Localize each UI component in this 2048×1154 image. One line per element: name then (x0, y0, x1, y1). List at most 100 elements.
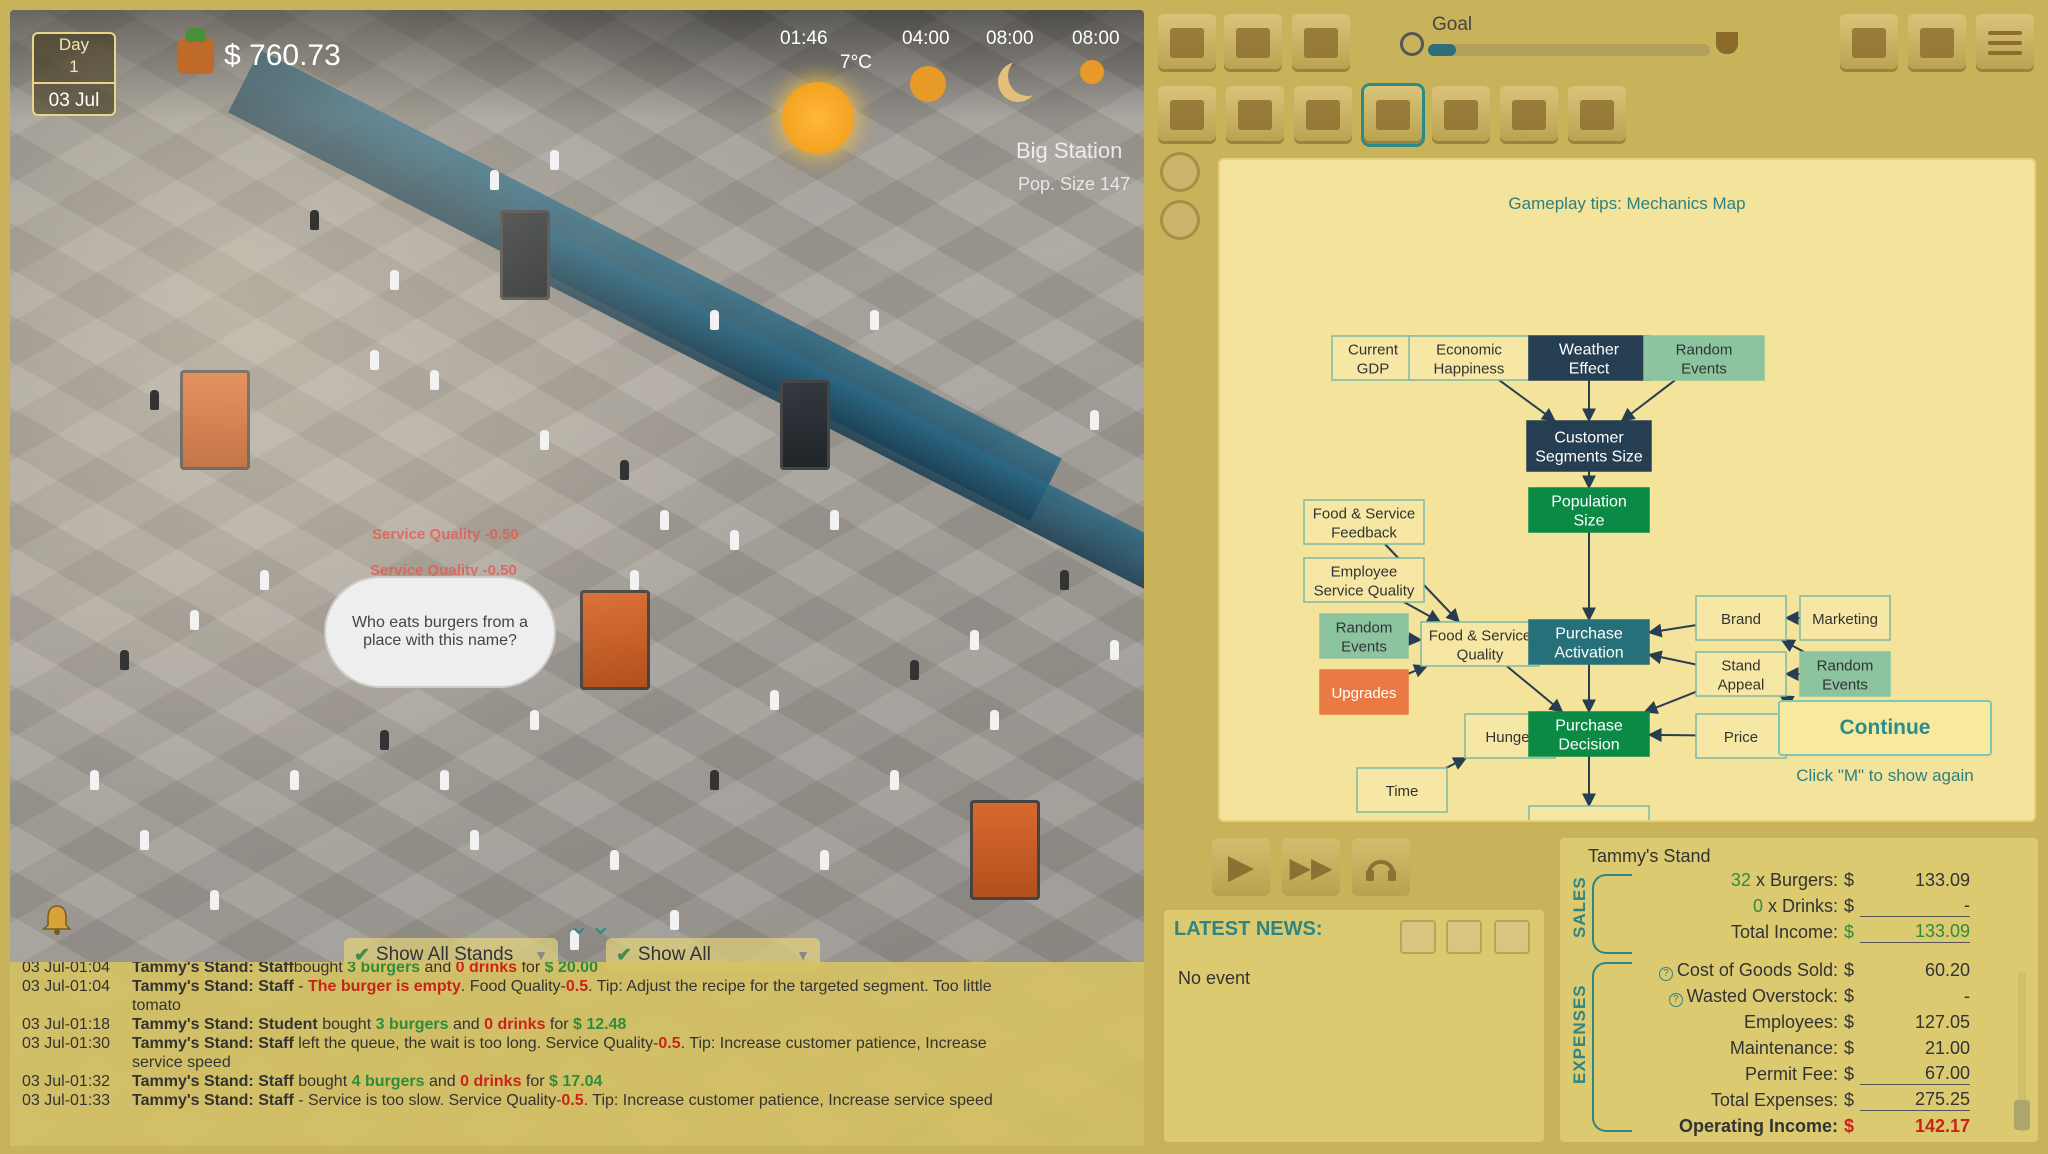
play-button[interactable]: ▶ (1212, 838, 1270, 896)
tips-hint: Click "M" to show again (1796, 766, 1974, 785)
pedestrian[interactable] (730, 530, 739, 550)
pedestrian[interactable] (310, 210, 319, 230)
staff-round-button[interactable] (1160, 152, 1200, 192)
lock-button[interactable] (1494, 920, 1530, 954)
log-time: 03 Jul-01:32 (22, 1073, 111, 1090)
permit-row: Permit Fee: $ 67.00 (1744, 1063, 1970, 1085)
sign-button[interactable] (1500, 86, 1558, 144)
help-icon[interactable]: ? (1658, 966, 1673, 981)
pedestrian[interactable] (140, 830, 149, 850)
help-icon[interactable]: ? (1668, 992, 1683, 1007)
pedestrian[interactable] (490, 170, 499, 190)
fast-forward-button[interactable]: ▶▶ (1282, 838, 1340, 896)
crate-button[interactable] (1432, 86, 1490, 144)
log-text: Tammy's Stand: Staffbought 3 burgers and… (132, 962, 598, 976)
pedestrian[interactable] (970, 630, 979, 650)
pedestrian[interactable] (1060, 570, 1069, 590)
monitor-button[interactable] (1224, 14, 1282, 72)
pedestrian[interactable] (470, 830, 479, 850)
news-event: No event (1178, 968, 1251, 988)
pedestrian[interactable] (610, 850, 619, 870)
station-name: Big Station (1016, 138, 1123, 163)
pedestrian[interactable] (120, 650, 129, 670)
pedestrian[interactable] (430, 370, 439, 390)
forecast-time: 01:46 (780, 28, 828, 49)
map-node-rand3: Random Events (1799, 651, 1891, 697)
pedestrian[interactable] (370, 350, 379, 370)
pedestrian[interactable] (1110, 640, 1119, 660)
chat-button[interactable] (1840, 14, 1898, 72)
fountain-icon (1306, 100, 1340, 130)
pedestrian[interactable] (390, 270, 399, 290)
pedestrian[interactable] (260, 570, 269, 590)
continue-button[interactable]: Continue (1778, 700, 1992, 756)
menu-button[interactable] (1976, 14, 2034, 72)
cabinet-button[interactable] (1568, 86, 1626, 144)
pedestrian[interactable] (820, 850, 829, 870)
headphones-button[interactable] (1352, 838, 1410, 896)
map-node-label: Random (1336, 620, 1393, 637)
speaker-button[interactable] (1908, 14, 1966, 72)
sign-icon (1512, 100, 1546, 130)
pedestrian[interactable] (150, 390, 159, 410)
pedestrian[interactable] (620, 460, 629, 480)
stand-name: Tammy's Stand (1588, 846, 1711, 866)
pedestrian[interactable] (290, 770, 299, 790)
forecast-time: 08:00 (986, 28, 1034, 49)
log-text: Tammy's Stand: Student bought 3 burgers … (132, 1016, 627, 1033)
map-edge-econ-cseg (1498, 379, 1557, 422)
pedestrian[interactable] (710, 770, 719, 790)
pedestrian[interactable] (440, 770, 449, 790)
employees-row: Employees: $ 127.05 (1743, 1011, 1970, 1032)
map-node-pdec: Purchase Decision (1528, 711, 1650, 757)
lock-button[interactable] (1446, 920, 1482, 954)
fountain-button[interactable] (1294, 86, 1352, 144)
pedestrian[interactable] (770, 690, 779, 710)
bell-icon[interactable] (40, 902, 74, 936)
stand-button[interactable] (1158, 86, 1216, 144)
map-node-label: Stand (1721, 658, 1760, 675)
building-button[interactable] (1158, 14, 1216, 72)
pedestrian[interactable] (660, 510, 669, 530)
map-node-label: Hunger (1485, 729, 1534, 746)
log-entry-continued: service speed (132, 1054, 231, 1071)
pedestrian[interactable] (550, 150, 559, 170)
pedestrian[interactable] (90, 770, 99, 790)
event-log[interactable]: 03 Jul-01:04 Tammy's Stand: Staffbought 3… (10, 962, 1144, 1146)
cash-register-button[interactable] (1292, 14, 1350, 72)
pedestrian[interactable] (380, 730, 389, 750)
sales-label: SALES (1570, 876, 1589, 938)
customer-round-button[interactable] (1160, 200, 1200, 240)
map-node-label: Purchase (1555, 626, 1623, 643)
stand-summary-panel: Tammy's Stand SALES EXPENSES 32 x Burger… (1560, 838, 2038, 1142)
pedestrian[interactable] (830, 510, 839, 530)
newspaper-button[interactable] (1400, 920, 1436, 954)
pedestrian[interactable] (990, 710, 999, 730)
money-display: $ 760.73 (178, 28, 341, 74)
pedestrian[interactable] (210, 890, 219, 910)
headphones-icon (1366, 860, 1396, 881)
tent-icon (1238, 100, 1272, 130)
station-pop: Pop. Size 147 (1018, 174, 1131, 194)
pedestrian[interactable] (710, 310, 719, 330)
goal-bar (1428, 44, 1710, 56)
chevron-down-icon: ▼ (796, 947, 810, 963)
pedestrian[interactable] (630, 570, 639, 590)
pedestrian[interactable] (890, 770, 899, 790)
pedestrian[interactable] (1090, 410, 1099, 430)
pedestrian[interactable] (870, 310, 879, 330)
chevron-down-icon[interactable]: ⌄⌄ (568, 910, 612, 941)
map-node-label: GDP (1357, 361, 1390, 378)
pedestrian[interactable] (530, 710, 539, 730)
map-node-label: Effect (1569, 361, 1610, 378)
target-icon (1400, 32, 1424, 56)
map-edge-brand-pact (1647, 623, 1697, 638)
pedestrian[interactable] (540, 430, 549, 450)
pedestrian[interactable] (670, 910, 679, 930)
tent-button[interactable] (1226, 86, 1284, 144)
pedestrian[interactable] (910, 660, 919, 680)
pedestrian[interactable] (190, 610, 199, 630)
kiosk-button[interactable] (1364, 86, 1422, 144)
log-time: 03 Jul-01:04 (22, 962, 111, 976)
log-text: Tammy's Stand: Staff left the queue, the… (132, 1035, 987, 1052)
